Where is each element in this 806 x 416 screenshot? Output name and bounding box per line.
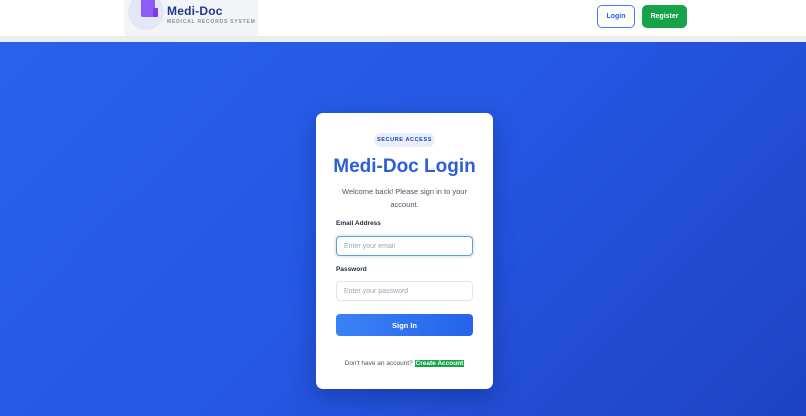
nav-register-button[interactable]: Register bbox=[642, 5, 687, 28]
brand[interactable]: Medi-Doc MEDICAL RECORDS SYSTEM bbox=[124, 0, 258, 36]
document-icon bbox=[141, 0, 158, 17]
password-field[interactable] bbox=[336, 281, 473, 301]
sign-in-button[interactable]: Sign In bbox=[336, 314, 473, 336]
create-account-link[interactable]: Create Account bbox=[414, 360, 465, 367]
password-label: Password bbox=[336, 266, 367, 273]
email-label: Email Address bbox=[336, 220, 381, 227]
email-field[interactable] bbox=[336, 236, 473, 256]
top-navbar: Medi-Doc MEDICAL RECORDS SYSTEM Login Re… bbox=[0, 0, 806, 36]
nav-login-button[interactable]: Login bbox=[597, 5, 635, 28]
signup-prompt: Don't have an account? Create Account bbox=[316, 360, 493, 367]
signup-prompt-text: Don't have an account? bbox=[344, 360, 413, 367]
login-card: SECURE ACCESS Medi-Doc Login Welcome bac… bbox=[316, 113, 493, 389]
brand-subtitle: MEDICAL RECORDS SYSTEM bbox=[167, 19, 256, 25]
login-subtitle: Welcome back! Please sign in to your acc… bbox=[342, 187, 467, 209]
logo bbox=[128, 0, 164, 30]
login-title: Medi-Doc Login bbox=[333, 156, 476, 177]
brand-title: Medi-Doc bbox=[167, 4, 223, 18]
secure-access-badge: SECURE ACCESS bbox=[374, 133, 435, 147]
